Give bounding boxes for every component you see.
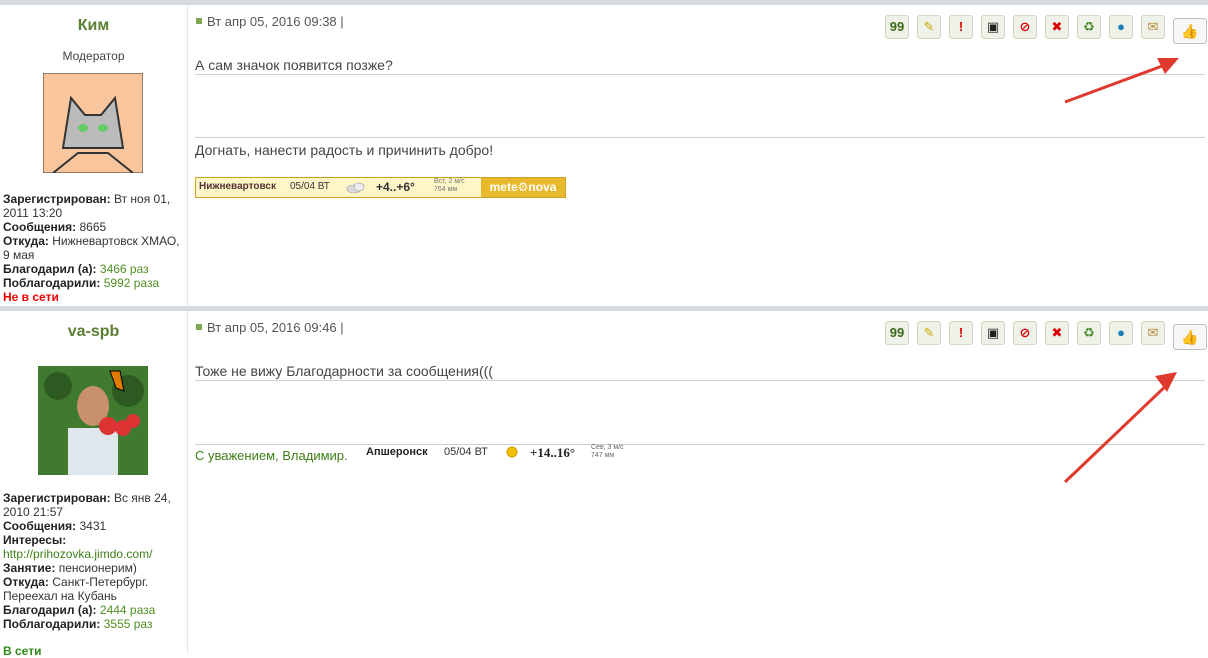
weather-wind-line: Сев, 3 м/с bbox=[591, 444, 624, 451]
weather-temp: +14..16° bbox=[530, 445, 576, 460]
divider bbox=[195, 74, 1205, 75]
warn-icon[interactable]: ⊘ bbox=[1013, 321, 1037, 345]
weather-date: 05/04 ВТ bbox=[290, 181, 330, 192]
edit-icon[interactable]: ✎ bbox=[917, 321, 941, 345]
weather-date: 05/04 ВТ bbox=[444, 446, 488, 458]
profile-details: Зарегистрирован: Вт ноя 01, 2011 13:20 С… bbox=[3, 192, 185, 304]
occupation-label: Занятие: bbox=[3, 561, 56, 575]
thumbs-up-icon: 👍 bbox=[1181, 23, 1199, 39]
status-badge: В сети bbox=[3, 644, 42, 658]
weather-temp: +4..+6° bbox=[376, 180, 415, 194]
weather-informer[interactable]: Апшеронск 05/04 ВТ +14..16° Сев, 3 м/с 74… bbox=[366, 444, 666, 464]
post-2: va-spb Зарегистрирован: Вс янв 24, 2010 … bbox=[0, 306, 1208, 658]
interests-link[interactable]: http://prihozovka.jimdo.com/ bbox=[3, 547, 152, 561]
meteonova-logo: mete⚙nova bbox=[481, 178, 565, 197]
post-body: Вт апр 05, 2016 09:46 | 99 ✎ ! ▣ ⊘ ✖ ♻ ●… bbox=[188, 311, 1208, 653]
weather-wind-line: Вст, 2 м/с bbox=[434, 178, 465, 185]
thanked-label: Благодарил (а): bbox=[3, 603, 97, 617]
author-name[interactable]: Ким bbox=[0, 17, 187, 35]
weather-city: Апшеронск bbox=[366, 446, 428, 458]
registered-label: Зарегистрирован: bbox=[3, 491, 111, 505]
report-icon[interactable]: ! bbox=[949, 15, 973, 39]
thanked-by-link[interactable]: 3555 раз bbox=[104, 617, 153, 631]
from-label: Откуда: bbox=[3, 234, 49, 248]
report-icon[interactable]: ! bbox=[949, 321, 973, 345]
post-profile: va-spb Зарегистрирован: Вс янв 24, 2010 … bbox=[0, 311, 188, 658]
post-date: Вт апр 05, 2016 09:46 | bbox=[196, 320, 344, 335]
interests-label: Интересы: bbox=[3, 533, 67, 547]
info-icon[interactable]: ▣ bbox=[981, 15, 1005, 39]
delete-icon[interactable]: ✖ bbox=[1045, 321, 1069, 345]
warn-icon[interactable]: ⊘ bbox=[1013, 15, 1037, 39]
posts-label: Сообщения: bbox=[3, 519, 77, 533]
thumbs-up-icon: 👍 bbox=[1181, 329, 1199, 345]
quote-icon[interactable]: 99 bbox=[885, 15, 909, 39]
status-badge: Не в сети bbox=[3, 290, 59, 304]
from-label: Откуда: bbox=[3, 575, 49, 589]
posts-label: Сообщения: bbox=[3, 220, 77, 234]
posts-count: 3431 bbox=[76, 519, 107, 533]
chat-icon[interactable]: ● bbox=[1109, 15, 1133, 39]
registered-label: Зарегистрирован: bbox=[3, 192, 111, 206]
weather-wind: Вст, 2 м/с 764 мм bbox=[434, 178, 465, 194]
post-date: Вт апр 05, 2016 09:38 | bbox=[196, 14, 344, 29]
thanked-link[interactable]: 3466 раз bbox=[100, 262, 149, 276]
divider bbox=[195, 380, 1205, 381]
post-message: Тоже не вижу Благодарности за сообщения(… bbox=[195, 363, 493, 379]
author-rank: Модератор bbox=[62, 49, 125, 63]
cloud-icon bbox=[346, 182, 365, 194]
like-button[interactable]: 👍 bbox=[1173, 18, 1207, 44]
weather-pressure: 747 мм bbox=[591, 452, 615, 459]
weather-pressure: 764 мм bbox=[434, 186, 458, 193]
weather-wind: Сев, 3 м/с 747 мм bbox=[591, 444, 624, 460]
thanked-by-label: Поблагодарили: bbox=[3, 617, 101, 631]
signature: С уважением, Владимир. bbox=[195, 448, 348, 463]
profile-details: Зарегистрирован: Вс янв 24, 2010 21:57 С… bbox=[3, 491, 185, 658]
pm-icon[interactable]: ✉ bbox=[1141, 321, 1165, 345]
pm-icon[interactable]: ✉ bbox=[1141, 15, 1165, 39]
chat-icon[interactable]: ● bbox=[1109, 321, 1133, 345]
karma-icon[interactable]: ♻ bbox=[1077, 15, 1101, 39]
post-date-text: Вт апр 05, 2016 09:38 | bbox=[207, 14, 344, 29]
thanked-by-link[interactable]: 5992 раза bbox=[104, 276, 159, 290]
thanked-by-label: Поблагодарили: bbox=[3, 276, 101, 290]
like-button[interactable]: 👍 bbox=[1173, 324, 1207, 350]
post-profile: Ким Модератор Зарегистрирован: Вт ноя 01… bbox=[0, 5, 188, 306]
posts-count: 8665 bbox=[76, 220, 107, 234]
karma-icon[interactable]: ♻ bbox=[1077, 321, 1101, 345]
post-date-text: Вт апр 05, 2016 09:46 | bbox=[207, 320, 344, 335]
thanked-label: Благодарил (а): bbox=[3, 262, 97, 276]
signature-divider bbox=[195, 444, 1205, 445]
signature-divider bbox=[195, 137, 1205, 138]
occupation-value: пенсионерим) bbox=[55, 561, 137, 575]
avatar bbox=[38, 366, 148, 475]
post-message: А сам значок появится позже? bbox=[195, 57, 393, 73]
delete-icon[interactable]: ✖ bbox=[1045, 15, 1069, 39]
thanked-link[interactable]: 2444 раза bbox=[100, 603, 155, 617]
author-name[interactable]: va-spb bbox=[0, 323, 187, 341]
quote-icon[interactable]: 99 bbox=[885, 321, 909, 345]
weather-informer[interactable]: Нижневартовск 05/04 ВТ +4..+6° Вст, 2 м/… bbox=[195, 177, 566, 198]
post-body: Вт апр 05, 2016 09:38 | 99 ✎ ! ▣ ⊘ ✖ ♻ ●… bbox=[188, 5, 1208, 306]
edit-icon[interactable]: ✎ bbox=[917, 15, 941, 39]
info-icon[interactable]: ▣ bbox=[981, 321, 1005, 345]
weather-city: Нижневартовск bbox=[199, 181, 276, 192]
post-icon bbox=[196, 324, 202, 330]
post-icon bbox=[196, 18, 202, 24]
sun-icon bbox=[506, 446, 518, 458]
avatar bbox=[43, 73, 143, 173]
signature: Догнать, нанести радость и причинить доб… bbox=[195, 142, 494, 158]
post-1: Ким Модератор Зарегистрирован: Вт ноя 01… bbox=[0, 0, 1208, 306]
